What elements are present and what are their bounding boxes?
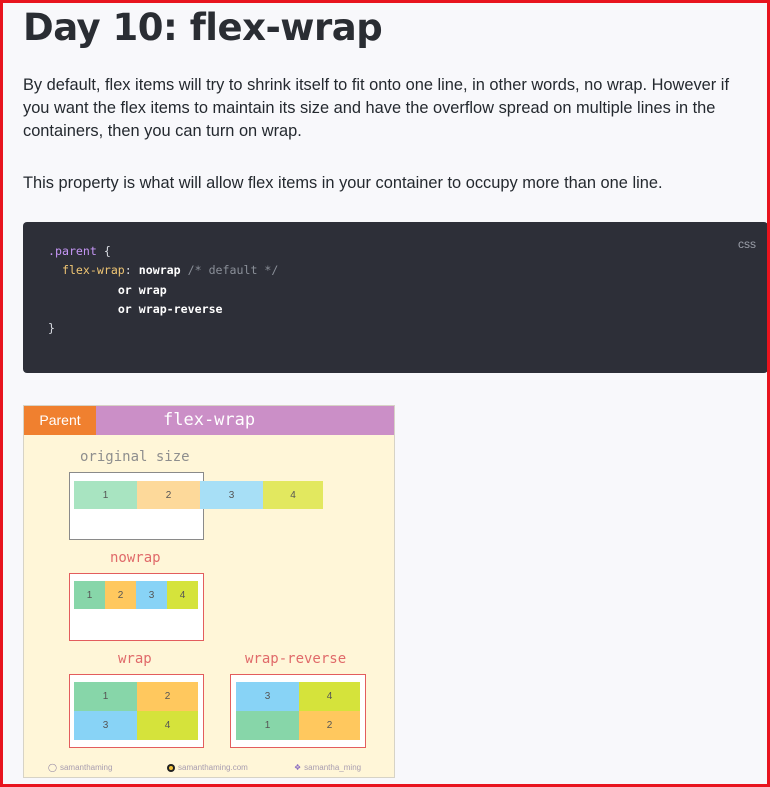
wrap-item-1: 1 bbox=[74, 682, 137, 711]
code-content[interactable]: .parent { flex-wrap: nowrap /* default *… bbox=[48, 242, 278, 338]
footer-instagram-handle: samanthaming bbox=[59, 763, 113, 772]
footer-twitter: ❖ samantha_ming bbox=[294, 763, 361, 772]
footer-twitter-handle: samantha_ming bbox=[304, 763, 362, 772]
page-title: Day 10: flex-wrap bbox=[23, 6, 383, 49]
illustration-header-parent: Parent bbox=[24, 406, 96, 435]
original-item-4: 4 bbox=[263, 481, 323, 509]
website-logo-icon bbox=[167, 763, 175, 772]
code-or-2: or bbox=[117, 301, 132, 316]
code-block[interactable]: css .parent { flex-wrap: nowrap /* defau… bbox=[23, 222, 768, 373]
illustration-header-title: flex-wrap bbox=[96, 406, 394, 435]
original-item-2: 2 bbox=[137, 481, 200, 509]
intro-paragraph: By default, flex items will try to shrin… bbox=[23, 76, 730, 140]
code-value-nowrap: nowrap bbox=[138, 263, 181, 278]
twitter-icon: ❖ bbox=[294, 763, 302, 772]
wrap-reverse-item-1: 1 bbox=[236, 711, 299, 740]
original-item-3: 3 bbox=[200, 481, 263, 509]
footer-website-url: samanthaming.com bbox=[178, 763, 248, 772]
nowrap-item-3: 3 bbox=[136, 581, 167, 609]
wrap-reverse-label: wrap-reverse bbox=[245, 651, 347, 667]
nowrap-item-1: 1 bbox=[74, 581, 105, 609]
original-item-1: 1 bbox=[74, 481, 137, 509]
code-value-wrap-reverse: wrap-reverse bbox=[138, 301, 223, 316]
wrap-reverse-item-3: 3 bbox=[236, 682, 299, 711]
original-size-label: original size bbox=[80, 449, 190, 465]
footer-instagram: ◯ samanthaming bbox=[48, 763, 112, 772]
instagram-icon: ◯ bbox=[48, 763, 57, 772]
description-paragraph: This property is what will allow flex it… bbox=[23, 174, 663, 192]
code-close-brace: } bbox=[48, 321, 55, 336]
footer-website: samanthaming.com bbox=[167, 763, 248, 772]
code-property: flex-wrap bbox=[61, 263, 125, 278]
nowrap-item-4: 4 bbox=[167, 581, 198, 609]
wrap-reverse-item-2: 2 bbox=[299, 711, 360, 740]
code-or-1: or bbox=[117, 282, 132, 297]
code-comment: /* default */ bbox=[187, 263, 279, 278]
nowrap-label: nowrap bbox=[110, 550, 161, 566]
flex-wrap-illustration: Parent flex-wrap original size 1 2 3 4 n… bbox=[23, 405, 395, 778]
code-language-label: css bbox=[738, 237, 756, 251]
wrap-item-4: 4 bbox=[137, 711, 198, 740]
wrap-label: wrap bbox=[118, 651, 152, 667]
wrap-item-3: 3 bbox=[74, 711, 137, 740]
nowrap-item-2: 2 bbox=[105, 581, 136, 609]
wrap-reverse-item-4: 4 bbox=[299, 682, 360, 711]
code-value-wrap: wrap bbox=[138, 282, 167, 297]
code-selector: .parent bbox=[48, 244, 97, 258]
wrap-item-2: 2 bbox=[137, 682, 198, 711]
code-open-brace: { bbox=[103, 244, 111, 258]
